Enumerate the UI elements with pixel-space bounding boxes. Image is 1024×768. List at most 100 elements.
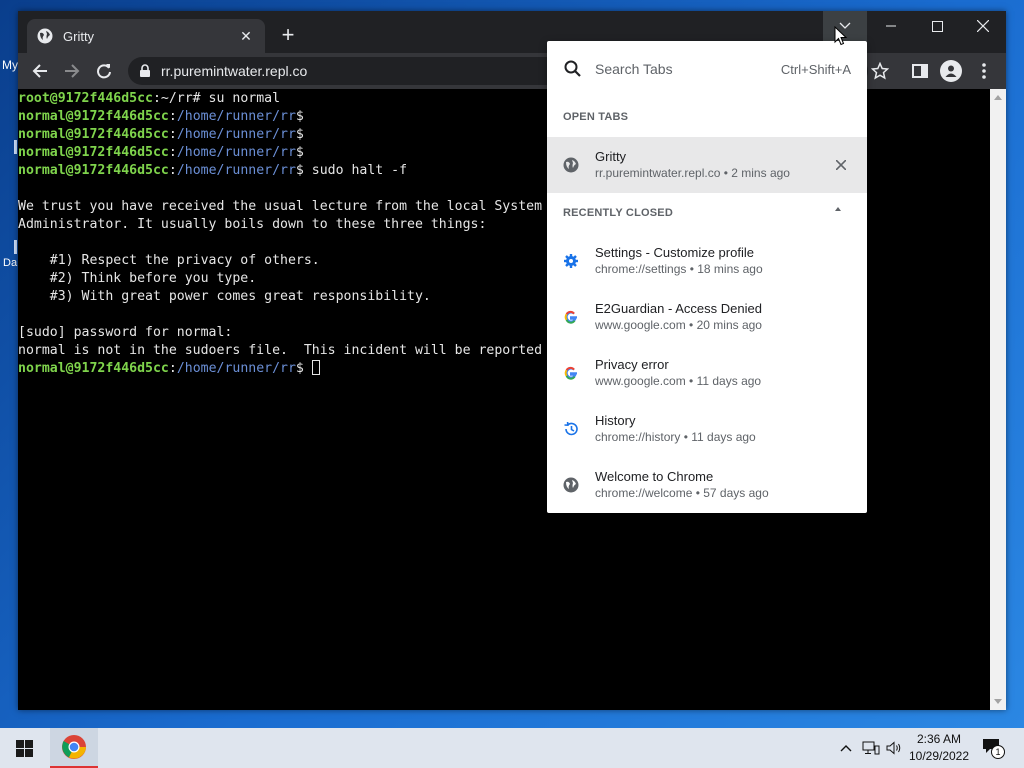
terminal-text: /home/runner/rr xyxy=(176,127,296,142)
taskbar-chrome-button[interactable] xyxy=(50,728,98,768)
terminal-text: /home/runner/rr xyxy=(176,109,296,124)
terminal-text: $ xyxy=(295,127,304,142)
arrow-right-icon xyxy=(65,64,80,78)
item-title: Settings - Customize profile xyxy=(595,245,754,260)
recently-closed-item[interactable]: History chrome://history • 11 days ago xyxy=(547,401,867,457)
recently-closed-item[interactable]: Privacy error www.google.com • 11 days a… xyxy=(547,345,867,401)
terminal-text: : xyxy=(168,109,177,124)
recently-closed-item[interactable]: Welcome to Chrome chrome://welcome • 57 … xyxy=(547,457,867,513)
globe-icon xyxy=(37,28,53,44)
side-panel-icon xyxy=(912,64,928,78)
terminal-text: : xyxy=(168,361,177,376)
close-window-button[interactable] xyxy=(960,11,1006,41)
terminal-text: : xyxy=(168,163,177,178)
recently-closed-heading: RECENTLY CLOSED xyxy=(563,207,673,219)
more-vertical-icon xyxy=(982,63,986,79)
desktop-icon[interactable] xyxy=(14,140,17,154)
start-button[interactable] xyxy=(0,728,48,768)
google-icon xyxy=(563,365,579,381)
item-title: History xyxy=(595,413,636,428)
terminal-text: We trust you have received the usual lec… xyxy=(18,199,543,214)
chevron-up-icon xyxy=(840,745,852,752)
action-center-button[interactable]: 1 xyxy=(982,738,1005,759)
bookmark-button[interactable] xyxy=(868,59,892,83)
item-time: 57 days ago xyxy=(703,486,769,500)
globe-icon xyxy=(563,477,579,493)
terminal-text: normal@9172f446d5cc xyxy=(18,145,169,160)
keyboard-shortcut: Ctrl+Shift+A xyxy=(780,61,851,77)
minimize-button[interactable] xyxy=(868,11,914,41)
tab-close-icon[interactable]: ✕ xyxy=(237,28,255,45)
item-separator: • xyxy=(686,262,698,276)
desktop-icon[interactable] xyxy=(14,240,17,254)
google-icon xyxy=(563,309,579,325)
item-title: Privacy error xyxy=(595,357,669,372)
terminal-text: $ sudo halt -f xyxy=(295,163,408,178)
item-url: chrome://settings xyxy=(595,262,687,276)
network-icon xyxy=(862,741,880,755)
collapse-caret-icon[interactable] xyxy=(835,207,841,211)
item-time: 11 days ago xyxy=(696,374,762,388)
item-url: www.google.com xyxy=(595,318,686,332)
close-icon xyxy=(977,20,989,32)
tab-search-row[interactable]: Search Tabs Ctrl+Shift+A xyxy=(547,41,867,97)
terminal-text: : xyxy=(168,145,177,160)
new-tab-button[interactable]: + xyxy=(276,23,300,47)
terminal-text: normal@9172f446d5cc xyxy=(18,109,169,124)
open-tab-item[interactable]: Gritty rr.puremintwater.repl.co • 2 mins… xyxy=(547,137,867,193)
forward-button[interactable] xyxy=(60,59,84,83)
volume-button[interactable] xyxy=(884,728,904,768)
windows-logo-icon xyxy=(15,739,33,757)
terminal-scrollbar[interactable] xyxy=(990,89,1006,710)
desktop-icon-label[interactable]: My xyxy=(2,58,18,72)
terminal-text: normal@9172f446d5cc xyxy=(18,361,169,376)
recently-closed-item[interactable]: E2Guardian - Access Denied www.google.co… xyxy=(547,289,867,345)
search-tabs-input[interactable]: Search Tabs xyxy=(595,61,781,77)
item-time: 20 mins ago xyxy=(696,318,762,332)
item-time: 18 mins ago xyxy=(697,262,763,276)
star-icon xyxy=(871,62,889,80)
back-button[interactable] xyxy=(28,59,52,83)
browser-tab[interactable]: Gritty ✕ xyxy=(27,19,265,53)
network-button[interactable] xyxy=(860,728,882,768)
arrow-left-icon xyxy=(32,64,47,78)
menu-button[interactable] xyxy=(972,59,996,83)
chrome-logo-icon xyxy=(62,735,86,759)
terminal-text: :~/rr# su normal xyxy=(152,91,281,106)
profile-button[interactable] xyxy=(940,60,962,82)
terminal-text: $ xyxy=(295,145,304,160)
scroll-down-icon[interactable] xyxy=(994,699,1002,704)
terminal-text: /home/runner/rr xyxy=(176,163,296,178)
maximize-icon xyxy=(931,20,943,32)
maximize-button[interactable] xyxy=(914,11,960,41)
desktop-icon-label[interactable]: Da xyxy=(3,257,17,269)
terminal-text: #2) Think before you type. xyxy=(18,271,257,286)
terminal-text: normal is not in the sudoers file. This … xyxy=(18,343,543,358)
terminal-text: $ xyxy=(295,361,312,376)
taskbar-clock[interactable]: 2:36 AM 10/29/2022 xyxy=(906,731,972,765)
terminal-text: /home/runner/rr xyxy=(176,145,296,160)
item-title: Gritty xyxy=(595,149,627,164)
lock-icon[interactable] xyxy=(138,64,152,78)
item-separator: • xyxy=(685,318,697,332)
minimize-icon xyxy=(886,25,896,27)
open-tabs-heading: OPEN TABS xyxy=(563,111,629,123)
tab-title: Gritty xyxy=(63,28,95,44)
url-text: rr.puremintwater.repl.co xyxy=(161,63,308,79)
scroll-up-icon[interactable] xyxy=(994,95,1002,100)
reload-button[interactable] xyxy=(92,59,116,83)
history-icon xyxy=(563,421,579,437)
tab-search-popup: Search Tabs Ctrl+Shift+A OPEN TABS Gritt… xyxy=(547,41,867,513)
recently-closed-item[interactable]: Settings - Customize profile chrome://se… xyxy=(547,233,867,289)
terminal-text: #3) With great power comes great respons… xyxy=(18,289,431,304)
item-url: chrome://history xyxy=(595,430,681,444)
side-panel-button[interactable] xyxy=(908,59,932,83)
item-separator: • xyxy=(685,374,697,388)
mouse-pointer-icon xyxy=(834,26,848,46)
clock-date: 10/29/2022 xyxy=(908,749,970,763)
close-tab-icon[interactable] xyxy=(831,155,851,175)
terminal-text: $ xyxy=(295,109,304,124)
item-separator: • xyxy=(720,166,732,180)
terminal-text: [sudo] password for normal: xyxy=(18,325,233,340)
show-hidden-icons-button[interactable] xyxy=(836,728,856,768)
